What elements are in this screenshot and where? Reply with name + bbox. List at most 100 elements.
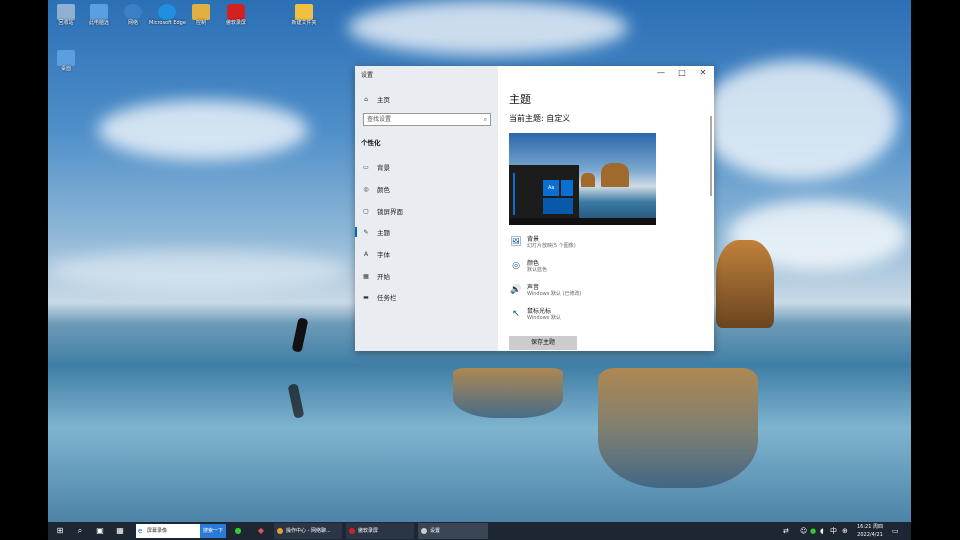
- minimize-button[interactable]: —: [652, 68, 670, 78]
- desktop-icon-label: 控制: [195, 20, 206, 26]
- home-icon: ⌂: [364, 95, 368, 103]
- recycle-bin-icon[interactable]: 回收站: [48, 4, 84, 27]
- maximize-button[interactable]: □: [673, 68, 691, 78]
- sidebar-item-colors[interactable]: ◎ 颜色: [361, 184, 390, 195]
- theme-option-cursor[interactable]: ↖ 鼠标光标 Windows 默认: [509, 308, 561, 322]
- taskbar-search-button[interactable]: 搜索一下: [200, 524, 226, 538]
- volume-icon[interactable]: ◖: [820, 522, 824, 540]
- background-icon: 🖼: [510, 237, 522, 247]
- option-subtitle: Windows 默认 (已修改): [527, 291, 582, 297]
- save-theme-button[interactable]: 保存主题: [509, 336, 577, 350]
- runner-silhouette: [291, 317, 309, 353]
- close-button[interactable]: ✕: [694, 68, 712, 78]
- search-placeholder: 查找设置: [367, 116, 392, 123]
- desktop-icon-label: Microsoft Edge: [149, 20, 186, 26]
- taskbar-app-action-center[interactable]: 操作中心 - 网络聊...: [274, 523, 342, 539]
- apowerrec-icon[interactable]: 傲软录屏: [218, 4, 254, 27]
- option-subtitle: Windows 默认: [527, 315, 561, 321]
- notifications-icon[interactable]: ▭: [892, 522, 899, 540]
- search-icon: ⌕: [483, 116, 487, 123]
- desktop-icon-label: 傲软录屏: [225, 20, 246, 26]
- theme-option-color[interactable]: ◎ 颜色 默认蓝色: [509, 260, 547, 274]
- sidebar-item-fonts[interactable]: A 字体: [361, 249, 390, 260]
- tray-icon[interactable]: ⊕: [842, 522, 848, 540]
- desktop-icon-label: 新建文件夹: [291, 20, 317, 26]
- new-folder-icon[interactable]: 新建文件夹: [286, 4, 322, 27]
- option-title: 鼠标光标: [527, 308, 552, 315]
- settings-search-input[interactable]: 查找设置 ⌕: [363, 113, 491, 126]
- ime-icon[interactable]: 中: [830, 522, 837, 540]
- settings-window: 设置 ⌂ 主页 查找设置 ⌕ 个性化 ▭ 背景 ◎ 颜色 ▢ 锁屏界面 ✎ 主题…: [355, 66, 714, 351]
- sidebar-item-label: 开始: [377, 273, 390, 281]
- desktop-icon-label: 桌面: [60, 66, 71, 72]
- preview-accent-bar: [513, 173, 515, 215]
- theme-option-sound[interactable]: 🔊 声音 Windows 默认 (已修改): [509, 284, 581, 298]
- taskbar-app-settings[interactable]: 设置: [418, 523, 488, 539]
- settings-nav-pane: 设置 ⌂ 主页 查找设置 ⌕ 个性化 ▭ 背景 ◎ 颜色 ▢ 锁屏界面 ✎ 主题…: [355, 66, 498, 351]
- taskbar-search-text: 屏幕录像: [147, 528, 168, 534]
- search-icon[interactable]: ⌕: [72, 522, 88, 540]
- sidebar-item-label: 任务栏: [377, 294, 397, 302]
- sidebar-item-themes[interactable]: ✎ 主题: [361, 227, 390, 238]
- start-button[interactable]: ⊞: [52, 522, 68, 540]
- theme-option-background[interactable]: 🖼 背景 幻灯片放映(5 个图像): [509, 236, 576, 250]
- clock[interactable]: 16:21 周四 2022/4/21: [854, 523, 886, 539]
- preview-taskbar: [509, 218, 656, 225]
- cursor-icon: ↖: [512, 309, 520, 319]
- option-subtitle: 幻灯片放映(5 个图像): [527, 243, 576, 249]
- option-title: 颜色: [527, 260, 540, 267]
- font-icon: A: [363, 250, 369, 258]
- preview-rock: [581, 173, 595, 187]
- widgets-icon[interactable]: ▦: [112, 522, 128, 540]
- scrollbar[interactable]: [710, 116, 712, 196]
- cloud: [698, 60, 898, 180]
- taskbar-app-label: 设置: [430, 528, 441, 534]
- sidebar-item-label: 字体: [377, 251, 390, 259]
- nav-home[interactable]: ⌂ 主页: [361, 94, 390, 105]
- taskbar-app-label: 操作中心 - 网络聊...: [286, 528, 331, 534]
- sidebar-item-start[interactable]: ▦ 开始: [361, 271, 390, 282]
- image-icon: ▭: [363, 163, 369, 171]
- rock-reflection: [453, 368, 563, 418]
- edge-icon[interactable]: Microsoft Edge: [149, 4, 186, 27]
- taskbar-app-recorder[interactable]: 傲软录屏: [346, 523, 414, 539]
- desktop-shortcut-icon[interactable]: 桌面: [48, 50, 84, 73]
- cloud: [348, 0, 628, 55]
- palette-icon: ◎: [363, 185, 369, 193]
- taskbar-search-input[interactable]: e 屏幕录像: [136, 524, 200, 538]
- theme-preview-image: Aa: [509, 133, 656, 225]
- option-title: 背景: [527, 236, 540, 243]
- control-panel-icon[interactable]: 控制: [183, 4, 219, 27]
- sidebar-item-lock-screen[interactable]: ▢ 锁屏界面: [361, 206, 403, 217]
- rock-reflection: [598, 368, 758, 488]
- preview-tile: [543, 198, 573, 214]
- gear-icon: [421, 528, 427, 534]
- rock-formation: [716, 240, 774, 328]
- task-view-icon[interactable]: ▣: [92, 522, 108, 540]
- app-icon-colorful[interactable]: ◆: [253, 522, 269, 540]
- sound-icon: 🔊: [510, 285, 522, 295]
- app-icon-green[interactable]: ●: [230, 522, 246, 540]
- tray-app-icon[interactable]: ●: [810, 522, 816, 540]
- sidebar-item-label: 锁屏界面: [377, 208, 403, 216]
- sidebar-item-label: 主题: [377, 229, 390, 237]
- cloud: [98, 100, 308, 160]
- tray-icon[interactable]: ☺: [800, 522, 807, 540]
- nav-section-heading: 个性化: [361, 139, 381, 147]
- theme-icon: ✎: [363, 228, 369, 236]
- sidebar-item-background[interactable]: ▭ 背景: [361, 162, 390, 173]
- network-icon[interactable]: 网络: [115, 4, 151, 27]
- current-theme-label: 当前主题: 自定义: [509, 114, 571, 123]
- app-dot-icon: [349, 528, 355, 534]
- cloud: [48, 250, 348, 290]
- this-pc-icon[interactable]: 此电脑远: [81, 4, 117, 27]
- sidebar-item-taskbar[interactable]: ▬ 任务栏: [361, 292, 397, 303]
- network-tray-icon[interactable]: ⇄: [783, 522, 789, 540]
- nav-home-label: 主页: [377, 96, 390, 104]
- page-title: 主题: [509, 93, 531, 106]
- option-title: 声音: [527, 284, 540, 291]
- preview-sample-text: Aa: [548, 185, 555, 191]
- lock-screen-icon: ▢: [363, 207, 369, 215]
- preview-rock: [601, 163, 629, 187]
- active-indicator: [355, 227, 357, 237]
